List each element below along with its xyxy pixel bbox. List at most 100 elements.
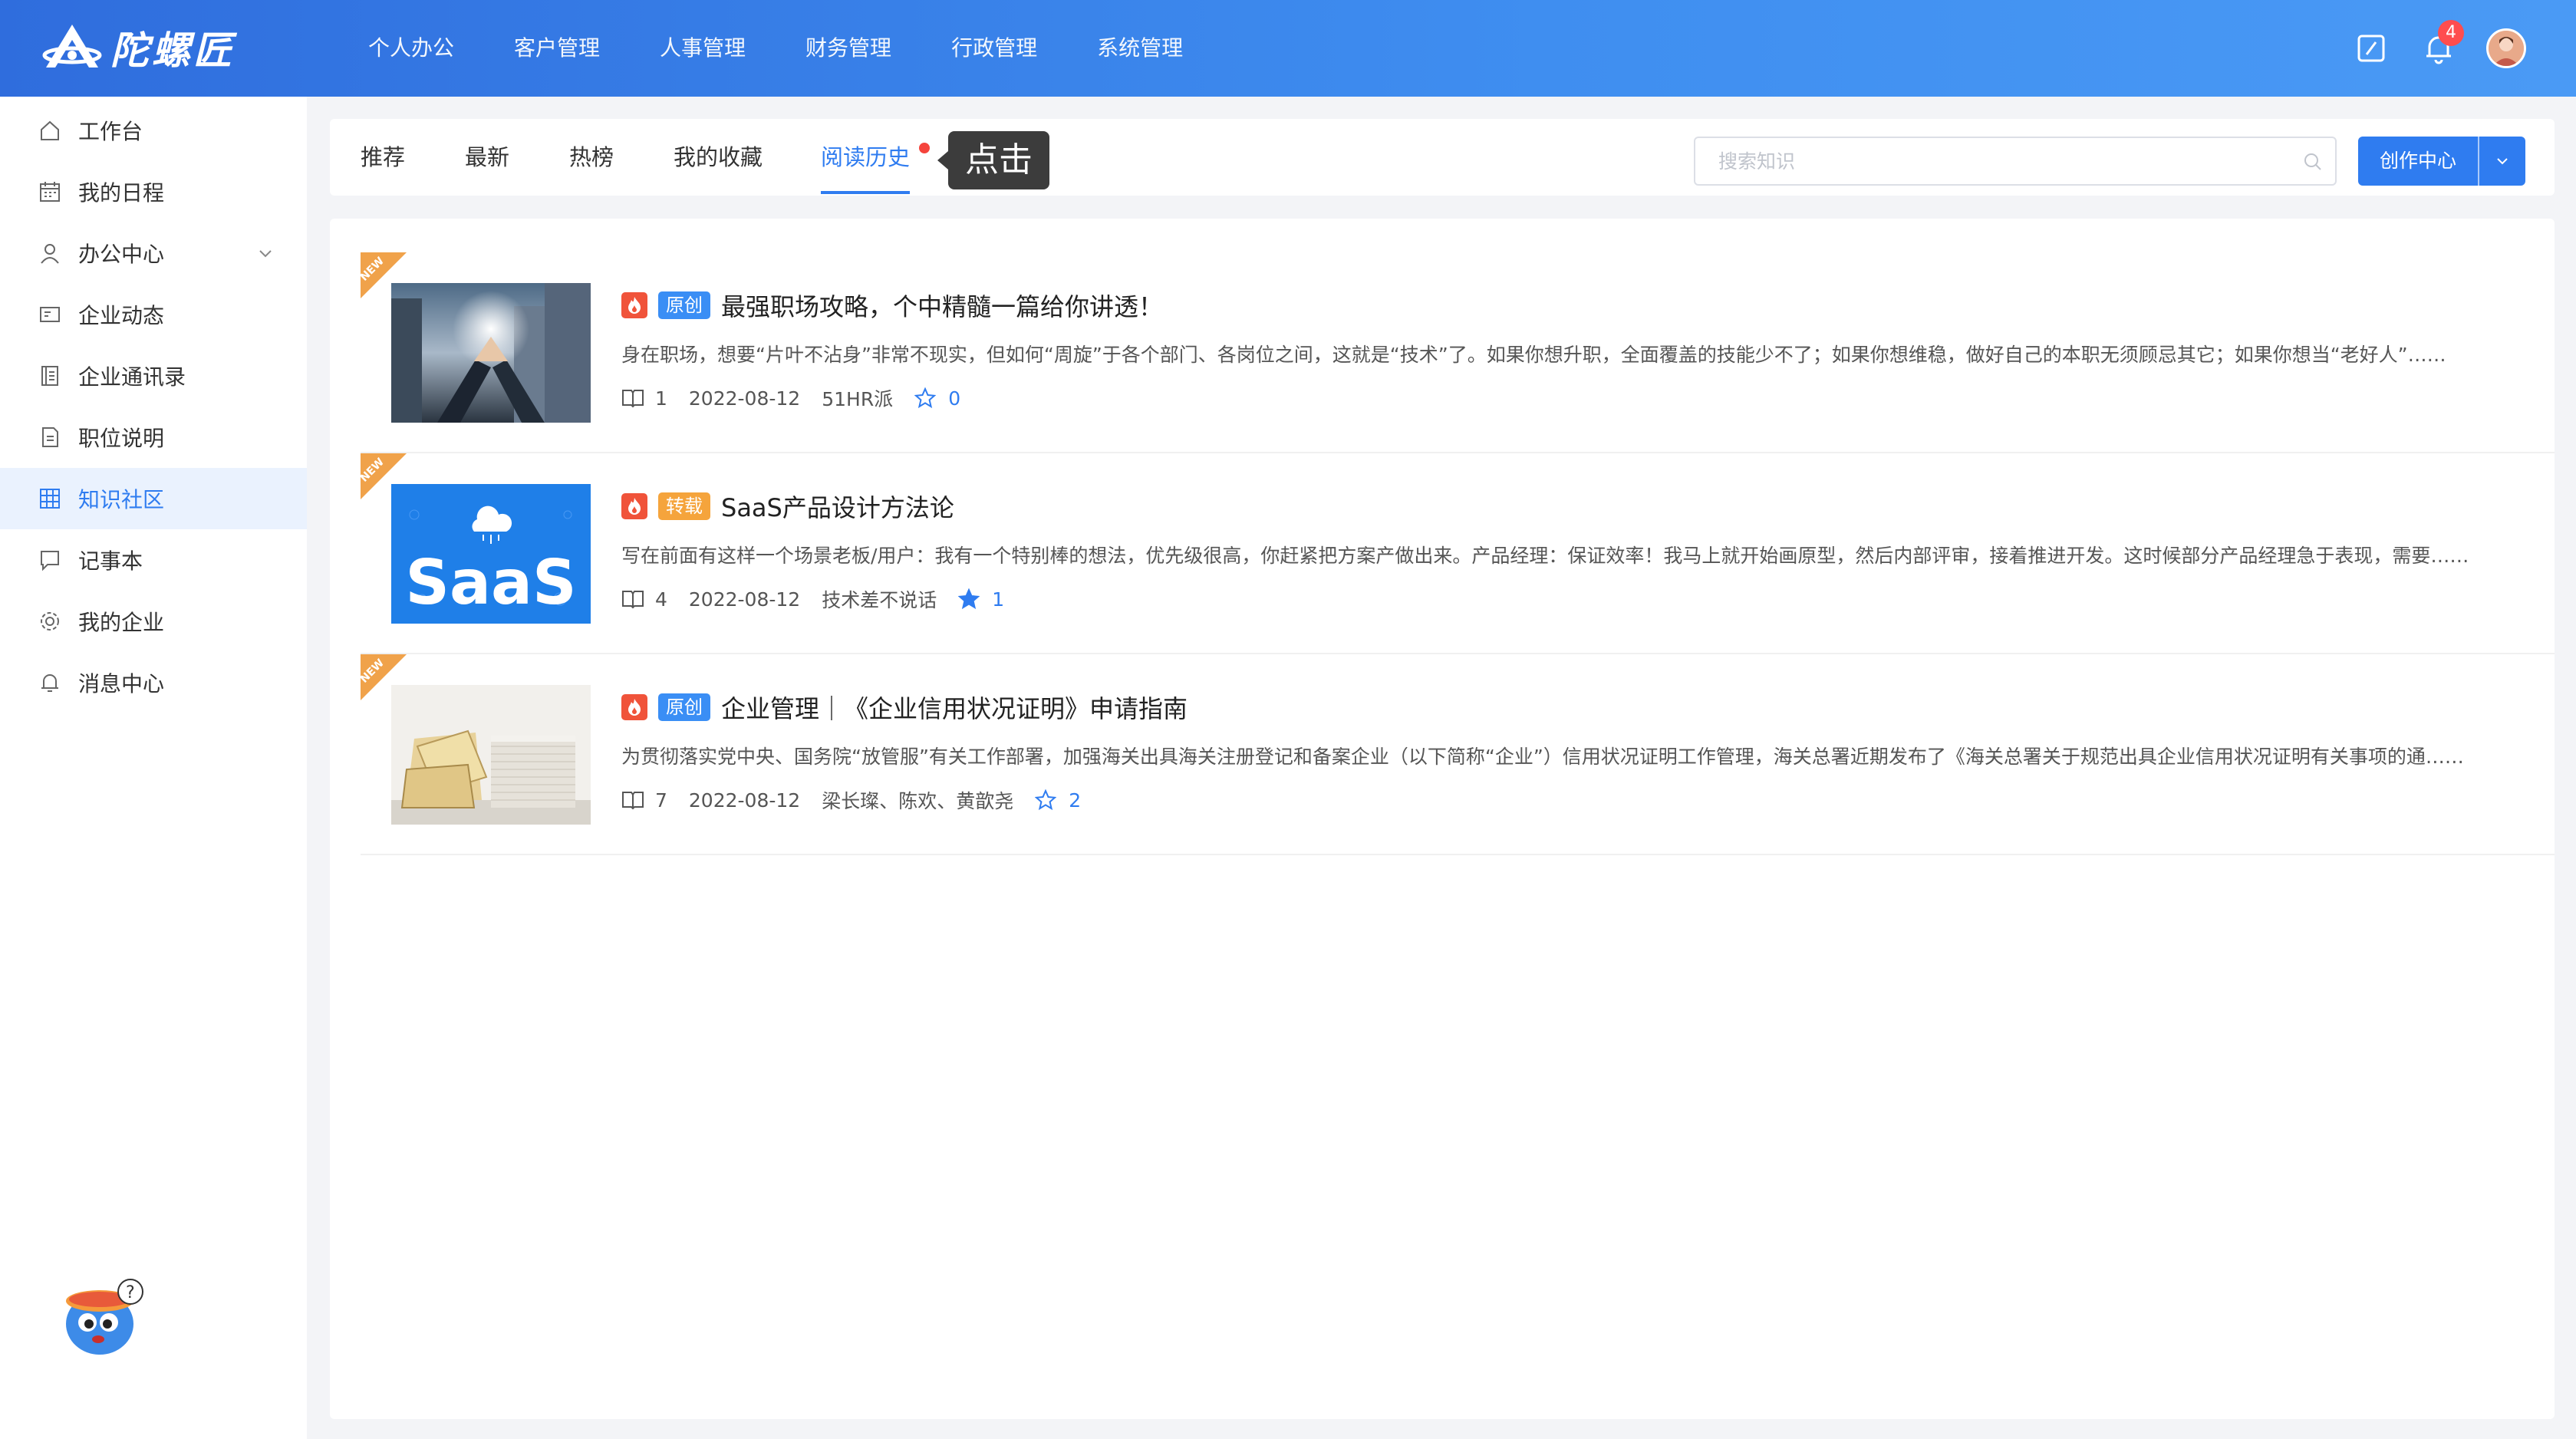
tab-latest[interactable]: 最新 xyxy=(465,119,509,196)
favorite-button[interactable]: 0 xyxy=(914,387,960,410)
sidebar-item-label: 办公中心 xyxy=(78,242,165,267)
sidebar-item-knowledge[interactable]: 知识社区 xyxy=(0,468,307,529)
sidebar-item-job-description[interactable]: 职位说明 xyxy=(0,407,307,468)
tab-favorites[interactable]: 我的收藏 xyxy=(674,119,763,196)
bell-icon xyxy=(37,670,63,696)
chevron-down-icon xyxy=(256,242,275,268)
sidebar-item-label: 我的企业 xyxy=(78,610,165,635)
book-icon xyxy=(622,591,644,609)
fire-icon xyxy=(621,694,647,720)
gear-icon xyxy=(37,608,63,634)
notification-badge: 4 xyxy=(2438,20,2464,46)
avatar xyxy=(2486,28,2526,68)
sidebar-item-label: 企业通讯录 xyxy=(78,364,186,390)
topnav-personal-office[interactable]: 个人办公 xyxy=(368,0,454,97)
logo-text: 陀螺匠 xyxy=(110,28,235,73)
chevron-down-icon xyxy=(2497,158,2508,165)
article-list: NEW 原创 最强职场攻略，个中精髓一篇给你讲透！ 身在职场，想要“片叶不沾身”… xyxy=(330,219,2555,1419)
tab-recommend[interactable]: 推荐 xyxy=(361,119,405,196)
edit-button[interactable] xyxy=(2344,21,2398,75)
create-center-dropdown[interactable] xyxy=(2479,137,2525,186)
mascot-helper-button[interactable]: ? xyxy=(54,1263,153,1362)
document-icon xyxy=(37,424,63,450)
sidebar-item-schedule[interactable]: 我的日程 xyxy=(0,161,307,222)
chat-icon xyxy=(37,547,63,573)
article-summary: 身在职场，想要“片叶不沾身”非常不现实，但如何“周旋”于各个部门、各岗位之间，这… xyxy=(621,344,2446,366)
read-count: 7 xyxy=(621,789,667,812)
star-filled-icon xyxy=(958,588,980,610)
author: 梁长璨、陈欢、黄歆尧 xyxy=(822,790,1014,812)
sidebar-item-label: 记事本 xyxy=(78,548,143,574)
top-header: 陀螺匠 个人办公 客户管理 人事管理 财务管理 行政管理 系统管理 4 xyxy=(0,0,2576,97)
star-icon xyxy=(914,387,937,409)
article-title[interactable]: 最强职场攻略，个中精髓一篇给你讲透！ xyxy=(721,288,1163,323)
sidebar-item-label: 知识社区 xyxy=(78,487,165,512)
article-meta: 4 2022-08-12 技术差不说话 1 xyxy=(621,585,1026,613)
article-summary: 为贯彻落实党中央、国务院“放管服”有关工作部署，加强海关出具海关注册登记和备案企… xyxy=(621,746,2464,768)
user-icon xyxy=(37,240,63,266)
fire-icon xyxy=(621,292,647,318)
article-thumbnail[interactable]: SaaS xyxy=(391,484,591,624)
sidebar-item-my-company[interactable]: 我的企业 xyxy=(0,591,307,652)
logo[interactable]: 陀螺匠 xyxy=(40,17,235,78)
sidebar-item-label: 职位说明 xyxy=(78,426,165,451)
publish-date: 2022-08-12 xyxy=(688,789,801,812)
home-icon xyxy=(37,117,63,143)
notification-button[interactable]: 4 xyxy=(2412,20,2466,75)
tooltip: 点击 xyxy=(937,131,1049,189)
tab-hot[interactable]: 热榜 xyxy=(569,119,614,196)
contacts-icon xyxy=(37,363,63,389)
tab-reading-history[interactable]: 阅读历史 xyxy=(821,119,911,196)
list-item[interactable]: NEW SaaS 转载 SaaS产品设计方法论 写在前面有这样一个场景老板/用户… xyxy=(361,453,2555,654)
list-item[interactable]: NEW 原创 最强职场攻略，个中精髓一篇给你讲透！ 身在职场，想要“片叶不沾身”… xyxy=(361,252,2555,453)
header-actions: 4 xyxy=(2331,20,2533,75)
sidebar-item-messages[interactable]: 消息中心 xyxy=(0,652,307,713)
create-center-button[interactable]: 创作中心 xyxy=(2358,137,2479,186)
search-icon[interactable] xyxy=(2301,150,2324,176)
search-input[interactable] xyxy=(1695,138,2278,184)
sidebar-item-company-news[interactable]: 企业动态 xyxy=(0,284,307,345)
topnav-finance[interactable]: 财务管理 xyxy=(805,0,891,97)
topnav-system[interactable]: 系统管理 xyxy=(1097,0,1183,97)
tab-new-dot xyxy=(919,143,930,153)
article-title-row: 原创 企业管理｜《企业信用状况证明》申请指南 xyxy=(621,690,1188,725)
article-title[interactable]: 企业管理｜《企业信用状况证明》申请指南 xyxy=(721,690,1188,725)
sidebar: 工作台 我的日程 办公中心 企业动态 企业通讯录 职位说明 知识社区 记事本 我… xyxy=(0,97,307,1439)
article-thumbnail[interactable] xyxy=(391,685,591,825)
sidebar-item-label: 企业动态 xyxy=(78,303,165,328)
sidebar-item-contacts[interactable]: 企业通讯录 xyxy=(0,345,307,407)
book-icon xyxy=(622,792,644,810)
tag-repost: 转载 xyxy=(658,492,710,520)
user-avatar-button[interactable] xyxy=(2479,21,2533,75)
list-item[interactable]: NEW 原创 企业管理｜《企业信用状况证明》申请指南 为贯彻落实党中央、国务院“… xyxy=(361,654,2555,855)
article-title[interactable]: SaaS产品设计方法论 xyxy=(721,489,954,524)
favorite-button[interactable]: 1 xyxy=(958,588,1004,611)
article-summary: 写在前面有这样一个场景老板/用户：我有一个特别棒的想法，优先级很高，你赶紧把方案… xyxy=(621,545,2469,567)
topnav-admin[interactable]: 行政管理 xyxy=(951,0,1037,97)
sidebar-item-label: 我的日程 xyxy=(78,180,165,206)
topnav-customer[interactable]: 客户管理 xyxy=(514,0,600,97)
read-count: 1 xyxy=(621,387,667,410)
sidebar-item-workbench[interactable]: 工作台 xyxy=(0,100,307,161)
author: 技术差不说话 xyxy=(822,589,937,611)
star-icon xyxy=(1035,789,1057,811)
article-meta: 1 2022-08-12 51HR派 0 xyxy=(621,384,982,412)
sidebar-item-office-center[interactable]: 办公中心 xyxy=(0,222,307,284)
publish-date: 2022-08-12 xyxy=(688,588,801,611)
thumbnail-saas-text: SaaS xyxy=(405,547,577,618)
sidebar-item-label: 工作台 xyxy=(78,119,143,144)
sidebar-item-label: 消息中心 xyxy=(78,671,165,696)
tag-original: 原创 xyxy=(658,291,710,319)
tag-original: 原创 xyxy=(658,693,710,721)
read-count: 4 xyxy=(621,588,667,611)
favorite-button[interactable]: 2 xyxy=(1035,789,1081,812)
article-meta: 7 2022-08-12 梁长璨、陈欢、黄歆尧 2 xyxy=(621,786,1102,814)
fire-icon xyxy=(621,493,647,519)
article-thumbnail[interactable] xyxy=(391,283,591,423)
topnav-hr[interactable]: 人事管理 xyxy=(660,0,746,97)
sidebar-item-notebook[interactable]: 记事本 xyxy=(0,529,307,591)
logo-icon xyxy=(42,25,102,68)
top-nav: 个人办公 客户管理 人事管理 财务管理 行政管理 系统管理 xyxy=(368,0,1243,97)
calendar-icon xyxy=(37,179,63,205)
svg-text:?: ? xyxy=(126,1283,135,1302)
